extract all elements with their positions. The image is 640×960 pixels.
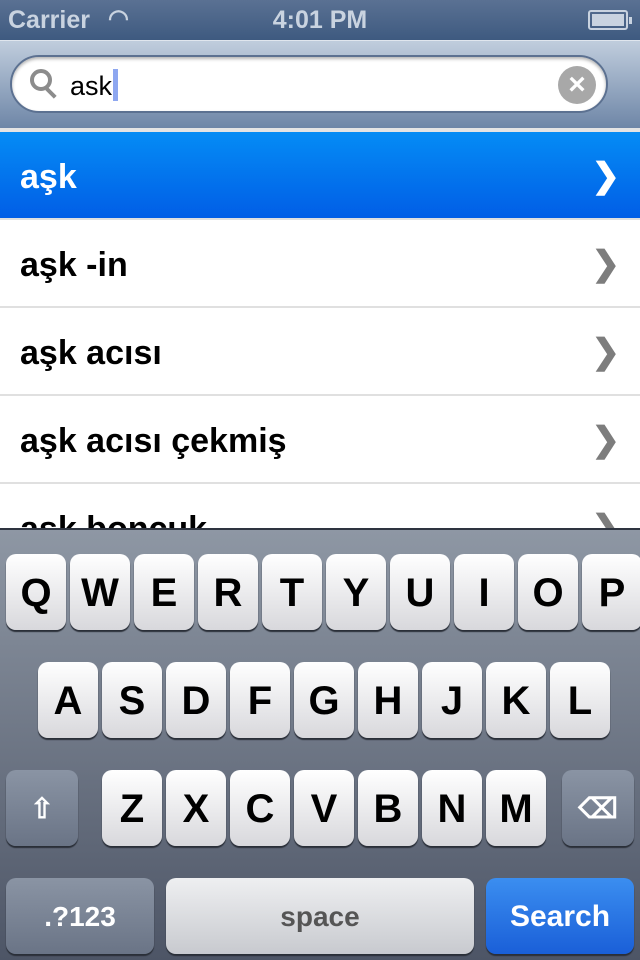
key-w[interactable]: W	[70, 554, 130, 630]
search-key[interactable]: Search	[486, 878, 634, 954]
space-key[interactable]: space	[166, 878, 474, 954]
key-b[interactable]: B	[358, 770, 418, 846]
key-e[interactable]: E	[134, 554, 194, 630]
key-t[interactable]: T	[262, 554, 322, 630]
key-d[interactable]: D	[166, 662, 226, 738]
status-bar: Carrier ◠ 4:01 PM	[0, 0, 640, 40]
key-h[interactable]: H	[358, 662, 418, 738]
key-y[interactable]: Y	[326, 554, 386, 630]
item-label: aşk -in	[20, 246, 128, 284]
search-icon	[30, 69, 52, 91]
key-q[interactable]: Q	[6, 554, 66, 630]
key-u[interactable]: U	[390, 554, 450, 630]
battery-icon	[588, 10, 632, 30]
shift-icon: ⇧	[30, 793, 54, 824]
key-s[interactable]: S	[102, 662, 162, 738]
key-j[interactable]: J	[422, 662, 482, 738]
delete-key[interactable]: ⌫	[562, 770, 634, 846]
list-item[interactable]: aşk acısı çekmiş ❯	[0, 396, 640, 484]
key-g[interactable]: G	[294, 662, 354, 738]
clear-icon[interactable]: ×	[558, 66, 596, 104]
list-item[interactable]: aşk ❯	[0, 132, 640, 220]
clock: 4:01 PM	[272, 6, 368, 34]
chevron-right-icon: ❯	[591, 333, 621, 371]
shift-key[interactable]: ⇧	[6, 770, 78, 846]
key-p[interactable]: P	[582, 554, 640, 630]
chevron-right-icon: ❯	[591, 157, 621, 195]
text-caret	[113, 68, 119, 101]
backspace-icon: ⌫	[578, 793, 618, 824]
search-input[interactable]: ask ×	[10, 55, 608, 113]
results-list: aşk ❯ aşk -in ❯ aşk acısı ❯ aşk acısı çekmi…	[0, 132, 640, 572]
key-a[interactable]: A	[38, 662, 98, 738]
search-bar: ask ×	[0, 40, 640, 128]
numbers-key[interactable]: .?123	[6, 878, 154, 954]
key-i[interactable]: I	[454, 554, 514, 630]
key-k[interactable]: K	[486, 662, 546, 738]
item-label: aşk acısı çekmiş	[20, 422, 287, 460]
item-label: aşk acısı	[20, 334, 162, 372]
key-m[interactable]: M	[486, 770, 546, 846]
search-query[interactable]: ask	[70, 71, 112, 101]
key-v[interactable]: V	[294, 770, 354, 846]
key-r[interactable]: R	[198, 554, 258, 630]
key-f[interactable]: F	[230, 662, 290, 738]
list-item[interactable]: aşk -in ❯	[0, 220, 640, 308]
key-n[interactable]: N	[422, 770, 482, 846]
keyboard: ⇧ ⌫ .?123 space Search QWERTYUIOP ASDFGHJ…	[0, 528, 640, 960]
chevron-right-icon: ❯	[591, 245, 621, 283]
key-c[interactable]: C	[230, 770, 290, 846]
list-item[interactable]: aşk acısı ❯	[0, 308, 640, 396]
item-label: aşk	[20, 158, 77, 196]
key-z[interactable]: Z	[102, 770, 162, 846]
key-x[interactable]: X	[166, 770, 226, 846]
key-o[interactable]: O	[518, 554, 578, 630]
key-l[interactable]: L	[550, 662, 610, 738]
chevron-right-icon: ❯	[591, 421, 621, 459]
